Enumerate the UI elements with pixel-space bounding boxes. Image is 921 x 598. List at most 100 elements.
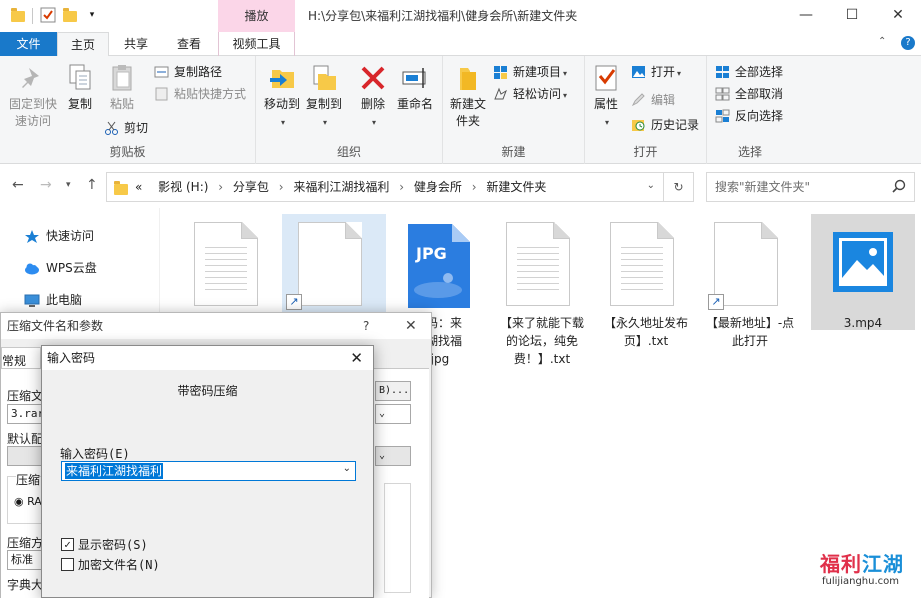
scissors-icon — [104, 121, 119, 135]
customize-toolbar-icon[interactable]: ▾ — [84, 7, 100, 23]
nav-item-this-pc[interactable]: 此电脑 — [24, 289, 82, 311]
address-dropdown-icon[interactable]: ⌄ — [647, 180, 655, 191]
context-tab-play[interactable]: 播放 — [218, 0, 295, 32]
text-document-icon — [506, 222, 570, 306]
show-password-checkbox[interactable]: ✓ 显示密码(S) — [61, 537, 148, 553]
help-icon[interactable]: ? — [901, 36, 915, 50]
copy-button[interactable]: 复制 — [62, 62, 98, 113]
dropdown-icon: ▾ — [322, 118, 327, 127]
properties-button[interactable]: 属性 ▾ — [589, 62, 623, 131]
minimize-button[interactable]: — — [783, 0, 829, 32]
copy-to-icon — [308, 62, 340, 94]
breadcrumb-item[interactable]: 分享包 — [233, 180, 269, 194]
dropdown-icon: ▾ — [677, 69, 682, 78]
tab-general[interactable]: 常规 — [1, 347, 41, 369]
recent-locations-icon[interactable]: ▾ — [66, 180, 71, 190]
organize-group: 移动到 ▾ 复制到 ▾ 删除 ▾ 重命名 组织 — [256, 56, 443, 164]
dropdown-icon: ▾ — [371, 118, 376, 127]
easy-access-button[interactable]: 轻松访问 ▾ — [493, 84, 567, 104]
history-button[interactable]: 历史记录 — [631, 115, 699, 135]
collapse-ribbon-icon[interactable]: ⌃ — [878, 36, 886, 47]
new-item-button[interactable]: 新建项目 ▾ — [493, 62, 567, 82]
nav-item-quick-access[interactable]: 快速访问 — [24, 225, 94, 247]
rename-button[interactable]: 重命名 — [394, 62, 436, 113]
checkbox-empty-icon — [61, 558, 74, 571]
pin-quick-access-button[interactable]: 固定到快速访问 — [4, 62, 62, 130]
tab-view[interactable]: 查看 — [164, 32, 214, 56]
breadcrumb-item[interactable]: 来福利江湖找福利 — [293, 180, 389, 194]
move-to-button[interactable]: 移动到 ▾ — [262, 62, 302, 131]
close-button[interactable]: ✕ — [405, 313, 417, 339]
copy-to-button[interactable]: 复制到 ▾ — [304, 62, 344, 131]
close-button[interactable]: ✕ — [875, 0, 921, 32]
edit-button[interactable]: 编辑 — [631, 90, 675, 110]
encrypt-filenames-checkbox[interactable]: 加密文件名(N) — [61, 557, 160, 573]
new-folder-quick-icon[interactable] — [62, 7, 78, 23]
invert-selection-button[interactable]: 反向选择 — [715, 106, 783, 126]
chevron-down-icon[interactable]: ⌄ — [343, 463, 351, 474]
paste-button[interactable]: 粘贴 — [104, 62, 140, 113]
clipboard-group-label: 剪贴板 — [109, 145, 146, 159]
copy-path-button[interactable]: 复制路径 — [154, 62, 222, 82]
properties-icon — [590, 62, 622, 94]
nav-item-label: 此电脑 — [46, 293, 83, 307]
breadcrumb-overflow[interactable]: « — [135, 180, 142, 194]
dialog-titlebar: 压缩文件名和参数 ? ✕ — [1, 313, 431, 339]
delete-label: 删除 — [360, 97, 385, 111]
filename-dropdown[interactable]: ⌄ — [375, 404, 411, 424]
forward-arrow-icon[interactable]: → — [40, 177, 52, 193]
organize-group-label: 组织 — [336, 145, 361, 159]
watermark-url: fulijianghu.com — [822, 576, 899, 587]
paste-icon — [106, 62, 138, 94]
breadcrumb-item[interactable]: 影视 (H:) — [158, 180, 208, 194]
select-group-label: 选择 — [737, 145, 762, 159]
file-item[interactable]: ↗ 【最新地址】-点 此打开 — [698, 214, 802, 348]
new-folder-button[interactable]: 新建文件夹 — [447, 62, 489, 130]
password-input[interactable]: 来福利江湖找福利 ⌄ — [61, 461, 356, 481]
properties-quick-icon[interactable] — [40, 7, 56, 23]
cut-button[interactable]: 剪切 — [104, 118, 148, 138]
open-group-label: 打开 — [633, 145, 658, 159]
easy-access-icon — [493, 87, 508, 101]
delete-button[interactable]: 删除 ▾ — [356, 62, 390, 131]
ribbon: 固定到快速访问 复制 粘贴 复制路径 粘贴快捷方式 剪切 剪贴板 移动到 ▾ 复… — [0, 56, 921, 164]
paste-shortcut-icon — [154, 87, 169, 101]
refresh-button[interactable]: ↻ — [664, 172, 694, 202]
cloud-icon — [24, 261, 40, 275]
text-document-icon — [610, 222, 674, 306]
tab-file[interactable]: 文件 — [0, 32, 57, 56]
cut-label: 剪切 — [124, 121, 149, 135]
file-item[interactable]: 【来了就能下载 的论坛，纯免 费！】.txt — [490, 214, 594, 366]
help-button[interactable]: ? — [363, 313, 369, 339]
breadcrumb-item[interactable]: 新建文件夹 — [486, 180, 546, 194]
rar-radio[interactable]: ◉ RA — [14, 495, 42, 508]
select-all-button[interactable]: 全部选择 — [715, 62, 783, 82]
up-arrow-icon[interactable]: ↑ — [86, 177, 98, 193]
file-item[interactable]: 3.mp4 — [811, 214, 915, 330]
tab-home[interactable]: 主页 — [57, 32, 109, 57]
refresh-icon: ↻ — [673, 180, 684, 194]
tab-video-tools[interactable]: 视频工具 — [218, 32, 295, 56]
profile-dropdown[interactable]: ⌄ — [375, 446, 411, 466]
address-bar[interactable]: « 影视 (H:) › 分享包 › 来福利江湖找福利 › 健身会所 › 新建文件… — [106, 172, 664, 202]
paste-shortcut-button[interactable]: 粘贴快捷方式 — [154, 84, 246, 104]
maximize-button[interactable]: ☐ — [829, 0, 875, 32]
star-icon — [24, 229, 40, 243]
close-button[interactable]: ✕ — [350, 346, 363, 370]
divider — [32, 8, 33, 24]
browse-button[interactable]: B)... — [375, 381, 411, 401]
search-input[interactable]: 搜索"新建文件夹" — [706, 172, 915, 202]
select-none-icon — [715, 87, 730, 101]
method-label: 压缩方 — [7, 536, 44, 550]
open-button[interactable]: 打开 ▾ — [631, 62, 681, 82]
breadcrumb-item[interactable]: 健身会所 — [414, 180, 462, 194]
folder-icon — [10, 7, 26, 23]
select-all-label: 全部选择 — [735, 65, 784, 79]
select-none-button[interactable]: 全部取消 — [715, 84, 783, 104]
nav-item-wps-cloud[interactable]: WPS云盘 — [24, 257, 97, 279]
dictionary-label: 字典大 — [7, 578, 44, 592]
invert-selection-icon — [715, 109, 730, 123]
tab-share[interactable]: 共享 — [112, 32, 160, 56]
file-item[interactable]: 【永久地址发布 页】.txt — [594, 214, 698, 348]
back-arrow-icon[interactable]: ← — [12, 177, 24, 193]
